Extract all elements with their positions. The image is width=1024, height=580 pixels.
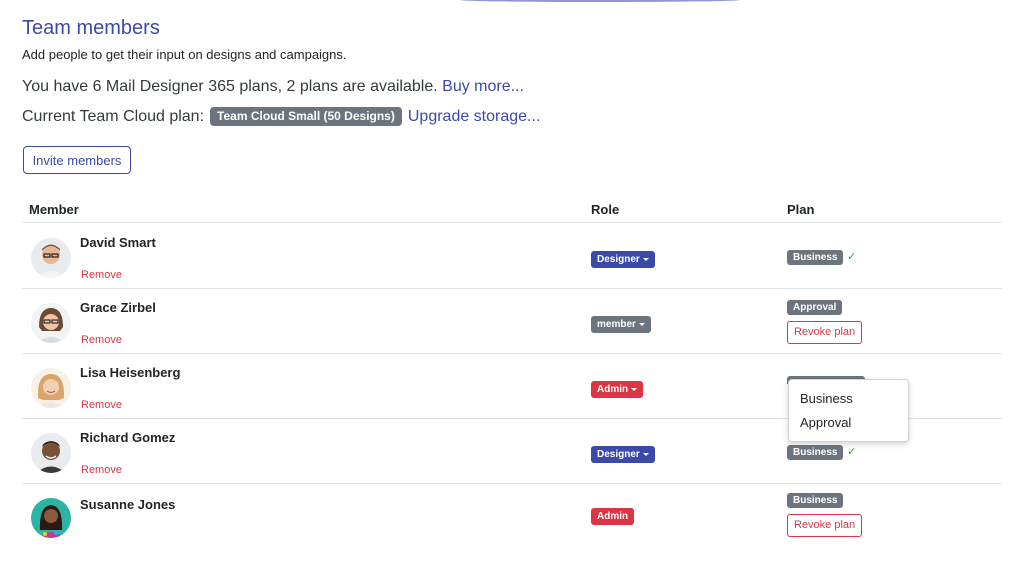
role-label: Designer xyxy=(597,449,640,460)
role-dropdown[interactable]: Admin xyxy=(591,381,644,398)
avatar xyxy=(31,238,71,278)
page-title: Team members xyxy=(22,17,160,39)
plans-summary-text: You have 6 Mail Designer 365 plans, 2 pl… xyxy=(22,78,438,95)
caret-down-icon xyxy=(642,257,649,261)
remove-member-link[interactable]: Remove xyxy=(81,334,122,346)
page-subtitle: Add people to get their input on designs… xyxy=(22,47,347,62)
column-header-role: Role xyxy=(591,202,620,217)
caret-down-icon xyxy=(642,452,649,456)
role-dropdown[interactable]: Designer xyxy=(591,446,655,463)
plan-badge[interactable]: Approval xyxy=(787,300,843,315)
revoke-plan-button[interactable]: Revoke plan xyxy=(787,514,863,537)
table-header: Member Role Plan xyxy=(22,200,1002,223)
role-label: Admin xyxy=(597,384,629,395)
plans-summary: You have 6 Mail Designer 365 plans, 2 pl… xyxy=(22,78,524,96)
invite-members-button[interactable]: Invite members xyxy=(23,146,131,174)
role-dropdown[interactable]: Designer xyxy=(591,251,655,268)
check-icon: ✓ xyxy=(847,251,857,263)
role-dropdown[interactable]: member xyxy=(591,316,651,333)
revoke-plan-button[interactable]: Revoke plan xyxy=(787,321,863,344)
cloud-plan-badge: Team Cloud Small (50 Designs) xyxy=(210,107,402,126)
top-accent-bar xyxy=(460,0,740,2)
buy-more-link[interactable]: Buy more... xyxy=(442,78,524,95)
caret-down-icon xyxy=(638,322,645,326)
plan-dropdown-menu: Business Approval xyxy=(788,379,909,442)
role-badge: Admin xyxy=(591,508,635,525)
avatar xyxy=(31,303,71,343)
avatar xyxy=(31,433,71,473)
cloud-plan-line: Current Team Cloud plan: Team Cloud Smal… xyxy=(22,107,540,126)
plan-badge[interactable]: Business xyxy=(787,445,844,460)
member-name: Lisa Heisenberg xyxy=(80,365,181,380)
member-name: Grace Zirbel xyxy=(80,300,156,315)
role-label: member xyxy=(597,319,636,330)
role-label: Admin xyxy=(597,511,629,522)
column-header-member: Member xyxy=(29,202,79,217)
check-icon: ✓ xyxy=(847,446,857,458)
plan-badge[interactable]: Business xyxy=(787,493,844,508)
remove-member-link[interactable]: Remove xyxy=(81,464,122,476)
table-row: Susanne Jones Admin Business Revoke plan xyxy=(22,484,1002,548)
member-name: David Smart xyxy=(80,235,156,250)
remove-member-link[interactable]: Remove xyxy=(81,269,122,281)
avatar xyxy=(31,368,71,408)
avatar xyxy=(31,498,71,538)
caret-down-icon xyxy=(631,387,638,391)
column-header-plan: Plan xyxy=(787,202,815,217)
upgrade-storage-link[interactable]: Upgrade storage... xyxy=(408,108,541,126)
dropdown-option-approval[interactable]: Approval xyxy=(800,415,851,430)
cloud-plan-label: Current Team Cloud plan: xyxy=(22,107,205,125)
table-row: David Smart Remove Designer Business ✓ xyxy=(22,224,1002,289)
member-name: Susanne Jones xyxy=(80,497,176,512)
member-name: Richard Gomez xyxy=(80,430,176,445)
plan-badge[interactable]: Business xyxy=(787,250,844,265)
remove-member-link[interactable]: Remove xyxy=(81,399,122,411)
table-row: Grace Zirbel Remove member Approval Revo… xyxy=(22,289,1002,354)
dropdown-option-business[interactable]: Business xyxy=(800,391,853,406)
role-label: Designer xyxy=(597,254,640,265)
